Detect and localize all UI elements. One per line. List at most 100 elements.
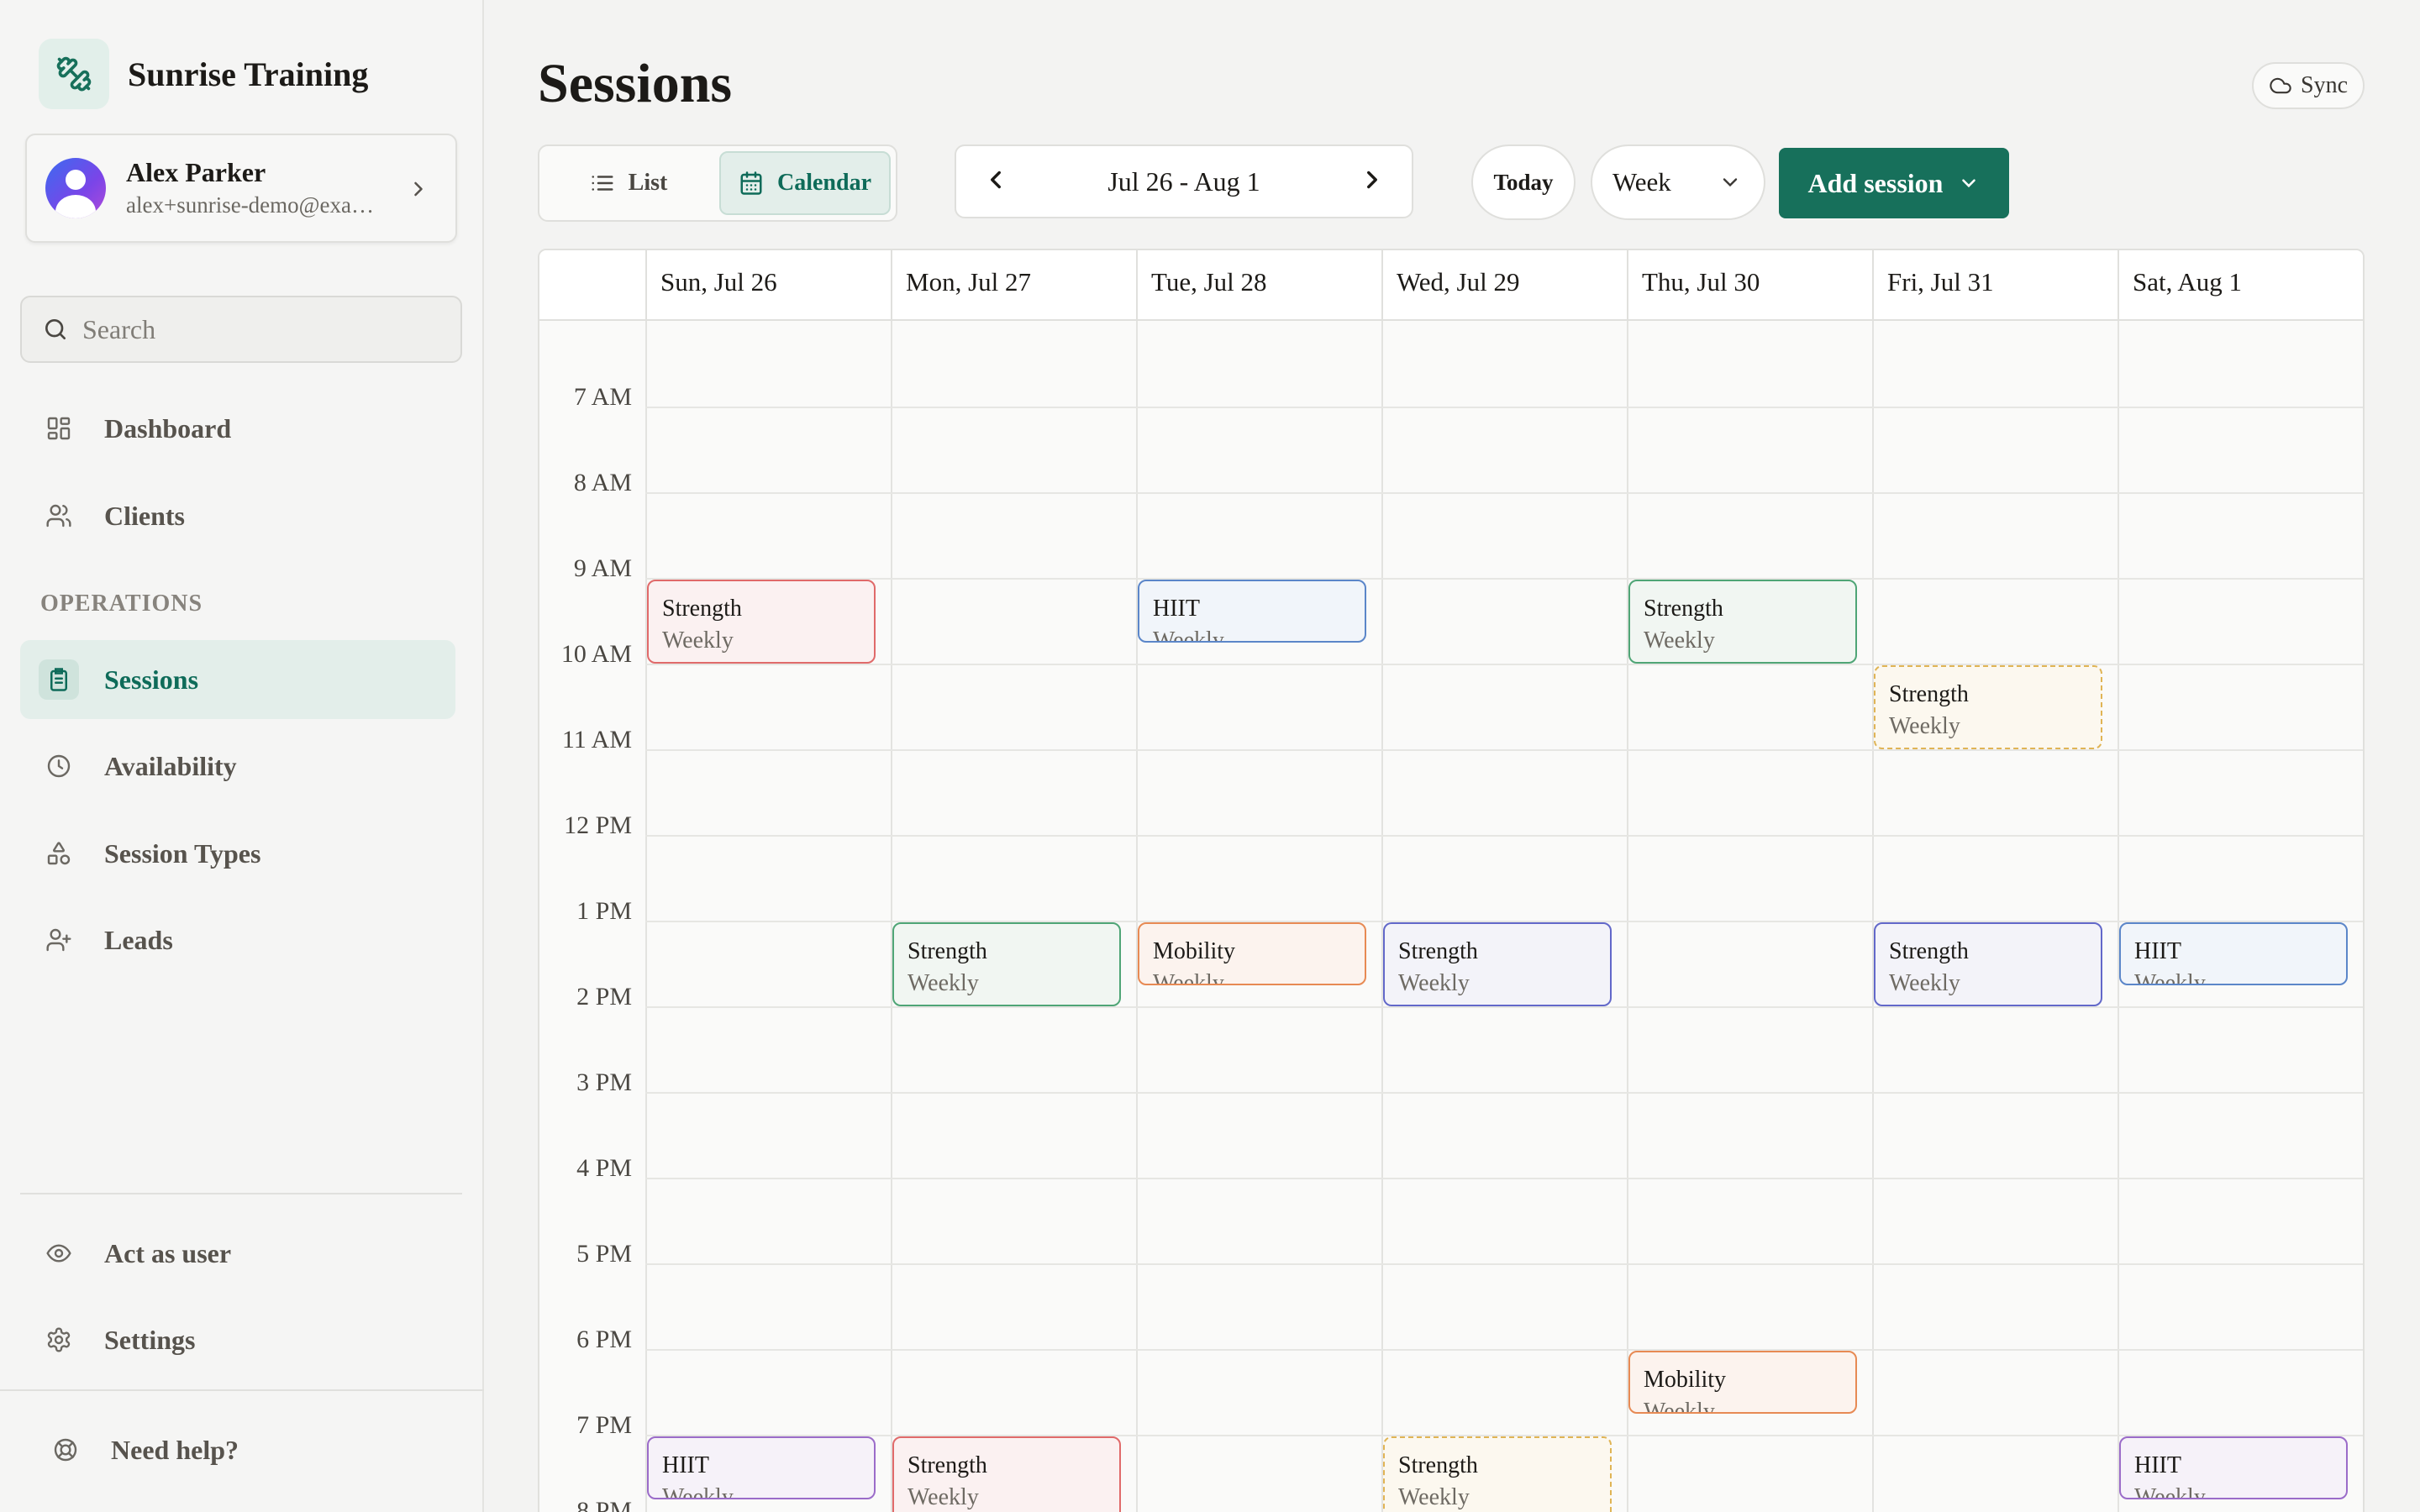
help-label: Need help? [111, 1434, 239, 1465]
day-column-divider [1381, 321, 1383, 1512]
session-event[interactable]: Mobility Weekly [1628, 1351, 1857, 1414]
event-title: Strength [1644, 596, 1723, 622]
add-session-label: Add session [1807, 167, 1944, 198]
brand[interactable]: Sunrise Training [39, 39, 368, 109]
sidebar-item-label: Settings [104, 1324, 196, 1355]
user-card[interactable]: Alex Parker alex+sunrise-demo@exa… [25, 134, 457, 243]
day-column-divider [1627, 321, 1628, 1512]
day-header: Mon, Jul 27 [891, 250, 1136, 321]
chevron-right-icon [407, 177, 430, 205]
sync-label: Sync [2301, 72, 2348, 98]
hour-label: 4 PM [576, 1154, 632, 1182]
main-content: Sessions Sync List Calendar Jul 26 - Aug… [484, 0, 2420, 1512]
session-event[interactable]: HIIT Weekly [647, 1436, 876, 1499]
hour-label: 8 AM [573, 469, 632, 496]
session-event[interactable]: HIIT Weekly [2119, 922, 2348, 985]
hour-gridline [645, 578, 2363, 580]
session-event[interactable]: Strength Weekly [892, 1436, 1121, 1512]
event-recurrence: Weekly [662, 627, 734, 654]
hour-label: 7 PM [576, 1411, 632, 1439]
event-title: Strength [908, 1452, 987, 1478]
day-header: Fri, Jul 31 [1872, 250, 2118, 321]
dashboard-icon [39, 408, 79, 449]
hour-label: 12 PM [564, 811, 632, 839]
user-name: Alex Parker [126, 157, 266, 187]
event-recurrence: Weekly [1889, 713, 1960, 739]
day-header: Sat, Aug 1 [2118, 250, 2363, 321]
sidebar-item-label: Availability [104, 750, 237, 781]
chevron-left-icon [991, 171, 1001, 188]
event-recurrence: Weekly [1398, 1484, 1470, 1510]
session-event[interactable]: HIIT Weekly [2119, 1436, 2348, 1499]
event-recurrence: Weekly [1644, 1399, 1715, 1414]
prev-week-button[interactable] [981, 165, 1010, 198]
sidebar-item-label: Sessions [104, 664, 199, 695]
hour-label: 6 PM [576, 1326, 632, 1353]
date-navigator: Jul 26 - Aug 1 [955, 144, 1413, 218]
sidebar-item-leads[interactable]: Leads [20, 900, 455, 979]
hour-label: 9 AM [573, 554, 632, 582]
session-event[interactable]: Strength Weekly [892, 922, 1121, 1006]
sidebar-item-settings[interactable]: Settings [20, 1300, 455, 1379]
calendar-header: Sun, Jul 26 Mon, Jul 27 Tue, Jul 28 Wed, Ju… [539, 250, 2363, 321]
tab-calendar[interactable]: Calendar [719, 151, 891, 215]
event-title: Mobility [1153, 938, 1236, 964]
sidebar: Sunrise Training Alex Parker alex+sunris… [0, 0, 484, 1512]
sidebar-item-dashboard[interactable]: Dashboard [20, 389, 455, 468]
sidebar-divider [20, 1193, 462, 1194]
today-button[interactable]: Today [1471, 144, 1576, 220]
sidebar-item-sessions[interactable]: Sessions [20, 640, 455, 719]
sidebar-item-clients[interactable]: Clients [20, 476, 455, 555]
gear-icon [39, 1320, 79, 1360]
period-value: Week [1612, 167, 1671, 197]
hour-label: 8 PM [576, 1497, 632, 1512]
session-event[interactable]: Strength Weekly [647, 580, 876, 664]
add-session-button[interactable]: Add session [1779, 148, 2009, 218]
event-recurrence: Weekly [908, 1484, 979, 1510]
session-event[interactable]: Strength Weekly [1628, 580, 1857, 664]
sidebar-item-availability[interactable]: Availability [20, 727, 455, 806]
user-plus-icon [39, 920, 79, 960]
avatar [45, 158, 106, 218]
day-column-divider [2118, 321, 2119, 1512]
hour-label: 7 AM [573, 383, 632, 411]
session-event[interactable]: Strength Weekly [1383, 1436, 1612, 1512]
view-toggle: List Calendar [538, 144, 897, 222]
help-link[interactable]: Need help? [20, 1410, 455, 1489]
day-header: Sun, Jul 26 [645, 250, 891, 321]
period-select[interactable]: Week [1591, 144, 1765, 220]
event-recurrence: Weekly [908, 970, 979, 996]
next-week-button[interactable] [1358, 165, 1386, 198]
users-icon [39, 496, 79, 536]
hour-gridline [645, 1092, 2363, 1094]
event-recurrence: Weekly [1398, 970, 1470, 996]
event-title: HIIT [1153, 596, 1200, 622]
session-event[interactable]: HIIT Weekly [1138, 580, 1366, 643]
session-event[interactable]: Strength Weekly [1874, 665, 2102, 749]
event-title: HIIT [2134, 1452, 2181, 1478]
session-event[interactable]: Strength Weekly [1383, 922, 1612, 1006]
sidebar-item-session-types[interactable]: Session Types [20, 814, 455, 893]
brand-name: Sunrise Training [128, 55, 369, 93]
chevron-down-icon [1962, 179, 1976, 188]
hour-gridline [645, 1263, 2363, 1265]
hour-gridline [645, 1006, 2363, 1008]
session-event[interactable]: Strength Weekly [1874, 922, 2102, 1006]
page-title: Sessions [538, 53, 733, 114]
session-event[interactable]: Mobility Weekly [1138, 922, 1366, 985]
tab-list[interactable]: List [544, 151, 713, 215]
event-title: HIIT [2134, 938, 2181, 964]
event-recurrence: Weekly [1644, 627, 1715, 654]
hour-label: 10 AM [560, 640, 632, 668]
life-buoy-icon [45, 1430, 86, 1470]
sidebar-item-label: Dashboard [104, 412, 232, 444]
day-column-divider [891, 321, 892, 1512]
tab-list-label: List [628, 170, 668, 196]
sync-button[interactable]: Sync [2252, 62, 2365, 109]
search-input[interactable] [82, 313, 452, 345]
search-box [20, 296, 462, 363]
event-recurrence: Weekly [1153, 970, 1224, 985]
event-title: Strength [1889, 681, 1969, 707]
sidebar-item-act-as-user[interactable]: Act as user [20, 1214, 455, 1293]
hour-label: 11 AM [561, 726, 632, 753]
